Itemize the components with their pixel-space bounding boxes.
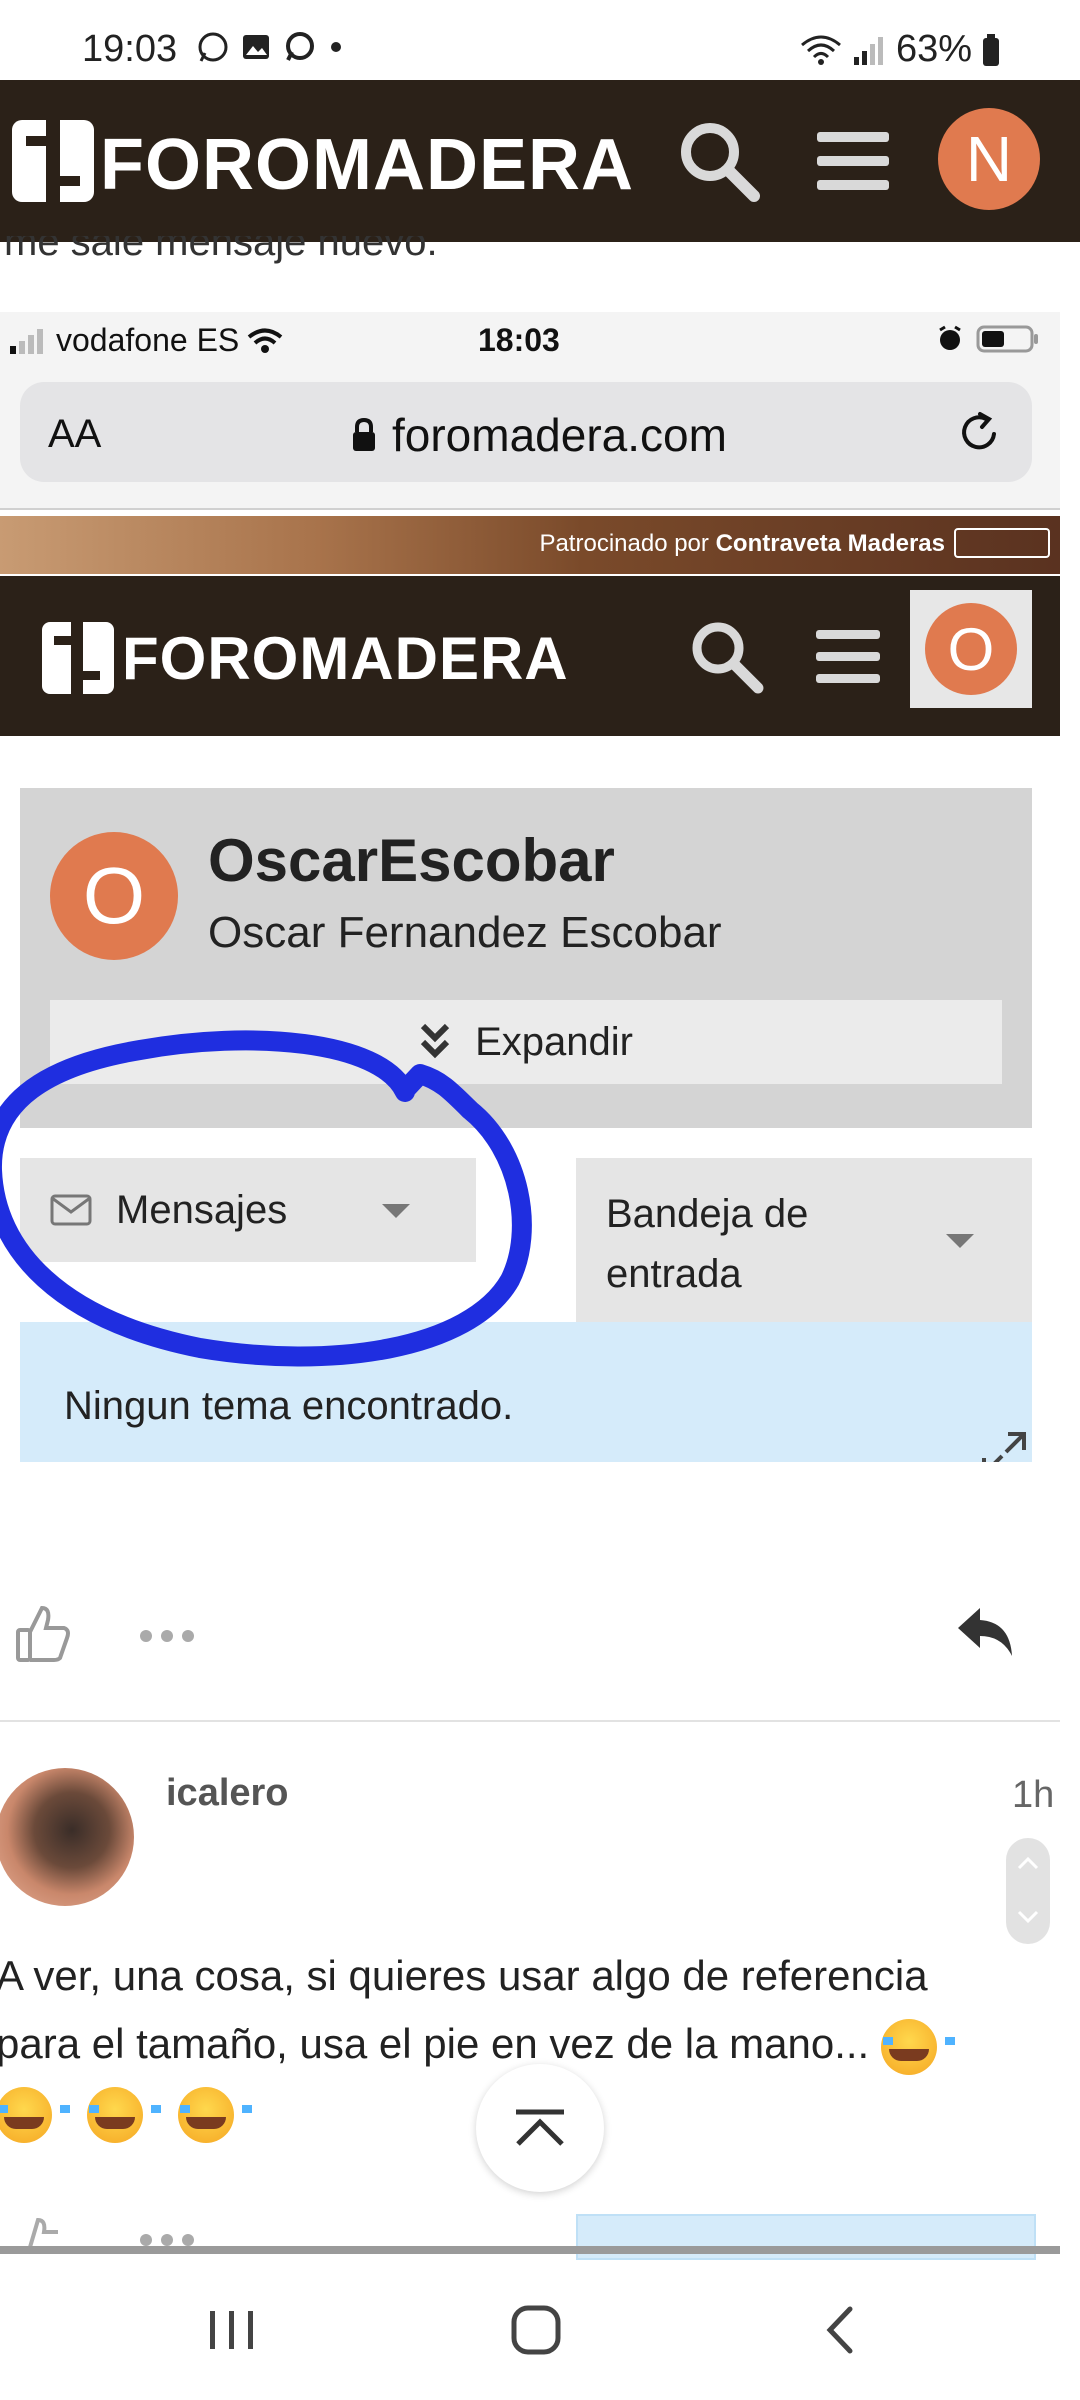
chat-bubble-icon [286,32,314,61]
scroll-to-top-button[interactable] [476,2064,604,2192]
carrier-name: vodafone ES [56,322,240,358]
notification-icons [196,30,346,64]
post-body-line: A ver, una cosa, si quieres usar algo de… [0,1952,928,1999]
back-button[interactable] [790,2290,890,2370]
profile-avatar: O [50,832,178,960]
dot-icon [331,42,341,52]
mail-icon [50,1194,92,1226]
chevron-up-icon [1017,1856,1039,1870]
hamburger-icon [816,630,880,683]
recent-apps-button[interactable] [182,2290,282,2370]
expand-button: Expandir [50,1000,1002,1084]
notice-text: Ningun tema encontrado. [64,1384,514,1428]
logo-icon[interactable] [12,120,94,202]
fullscreen-icon[interactable] [980,1430,1028,1462]
ios-status-bar: vodafone ES 18:03 [0,312,1060,372]
caret-down-icon [382,1204,410,1218]
inner-site-header: FOROMADERA O [0,576,1060,736]
status-time: 19:03 [82,28,178,70]
profile-card: O OscarEscobar Oscar Fernandez Escobar E… [20,788,1032,1128]
chevron-up-bar-icon [516,2109,564,2146]
lock-icon [353,417,375,451]
alarm-icon [939,325,961,350]
expand-label: Expandir [475,1019,633,1064]
post-time: 1h [1012,1774,1055,1816]
next-content-peek [0,2210,1060,2260]
home-icon [511,2305,561,2355]
more-options-icon[interactable] [138,1628,196,1644]
laughing-emoji-icon [880,2018,955,2075]
inner-avatar-box: O [910,590,1032,708]
site-logo-text[interactable]: FOROMADERA [100,124,634,206]
double-chevron-down-icon [420,1023,450,1059]
site-header: FOROMADERA N [0,80,1080,242]
back-icon [826,2306,853,2354]
home-button[interactable] [486,2290,586,2370]
logo-icon [42,622,114,694]
reply-icon[interactable] [956,1606,1014,1658]
profile-full-name: Oscar Fernandez Escobar [208,908,722,957]
battery-icon [983,33,999,66]
empty-notice: Ningun tema encontrado. [20,1322,1032,1462]
menu-button[interactable] [808,116,898,206]
laughing-emoji-icon [87,2086,162,2143]
browser-toolbar: AA foromadera.com [0,372,1060,510]
battery-percent: 63% [895,28,972,70]
text-size-button[interactable]: AA [48,412,101,457]
thumbs-up-icon[interactable] [14,1604,72,1664]
search-icon [681,123,760,202]
chevron-down-icon [1017,1910,1039,1924]
signal-icon [10,328,43,354]
user-avatar[interactable]: N [938,108,1040,210]
status-right: 63% [800,28,1000,71]
messages-dropdown: Mensajes [20,1158,476,1262]
profile-username: OscarEscobar [208,827,615,894]
scroll-handle[interactable] [1006,1838,1050,1944]
url-text: foromadera.com [392,409,727,461]
inner-logo-text: FOROMADERA [122,625,569,692]
sponsor-text: Patrocinado por Contraveta Maderas [539,530,945,557]
hamburger-icon [817,132,889,190]
embedded-screenshot[interactable]: vodafone ES 18:03 AA foromadera.com Patr… [0,312,1060,1462]
folder-label: Bandeja de entrada [606,1192,809,1296]
post-author-name[interactable]: icalero [166,1772,289,1815]
laughing-emoji-icon [0,2086,70,2143]
address-bar[interactable]: AA foromadera.com [20,382,1032,482]
search-button[interactable] [674,116,764,206]
caret-down-icon [946,1234,974,1248]
wifi-icon [247,328,283,353]
status-bar: 19:03 63% [0,0,1080,80]
post-author-avatar[interactable] [0,1768,134,1906]
signal-icon [853,36,883,65]
ios-time: 18:03 [478,322,560,358]
folder-dropdown: Bandeja de entrada [576,1158,1032,1322]
sponsor-banner[interactable]: Patrocinado por Contraveta Maderas [0,516,1060,574]
battery-icon [976,325,1038,353]
previous-post-text: me sale mensaje nuevo. [4,236,438,264]
whatsapp-icon [198,32,228,62]
post-divider [0,1720,1060,1722]
gallery-icon [243,35,269,59]
wifi-icon [800,35,841,65]
inner-avatar: O [925,603,1017,695]
recent-apps-icon [210,2311,253,2349]
sponsor-logo [954,528,1050,558]
post-actions [0,1590,1060,1680]
messages-label: Mensajes [116,1188,288,1232]
laughing-emoji-icon [178,2086,253,2143]
search-icon [692,622,764,694]
system-nav-bar [0,2260,1080,2400]
reload-icon[interactable] [956,408,1004,456]
